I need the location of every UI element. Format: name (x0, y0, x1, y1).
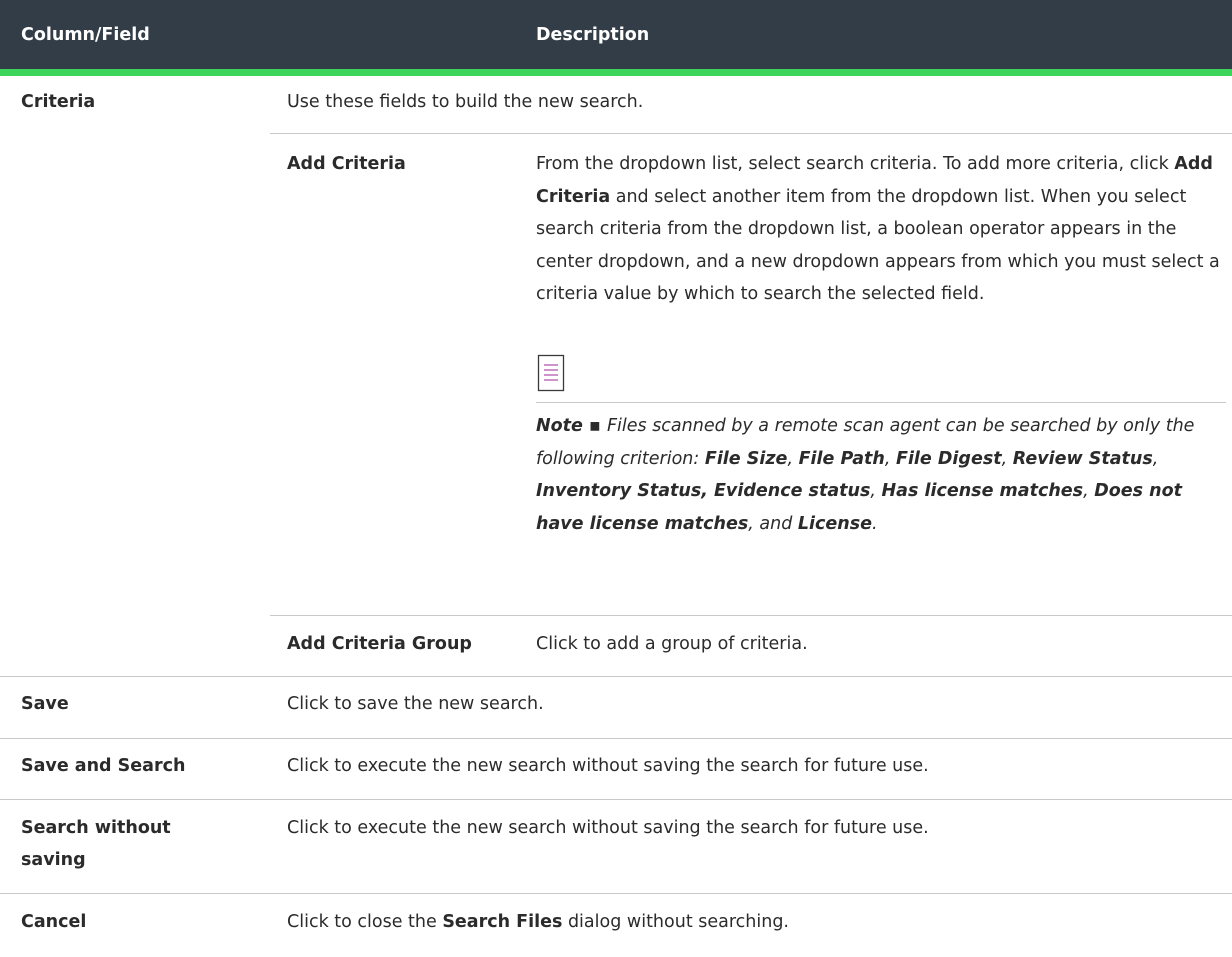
divider (270, 133, 1232, 134)
divider (0, 893, 1232, 894)
divider (270, 615, 1232, 616)
divider (0, 799, 1232, 800)
field-add-criteria: Add Criteria (287, 154, 406, 174)
field-save-and-search: Save and Search (21, 756, 186, 776)
note-divider (536, 402, 1226, 403)
desc-save: Click to save the new search. (287, 694, 544, 714)
divider (0, 676, 1232, 677)
note-document-icon (537, 354, 565, 392)
desc-search-without-saving: Click to execute the new search without … (287, 818, 929, 838)
field-save: Save (21, 694, 69, 714)
field-cancel: Cancel (21, 912, 87, 932)
field-add-criteria-group: Add Criteria Group (287, 634, 472, 654)
note-label: Note (536, 416, 583, 436)
table-header: Column/Field Description (0, 0, 1232, 76)
desc-add-criteria: From the dropdown list, select search cr… (536, 154, 1220, 304)
desc-save-and-search: Click to execute the new search without … (287, 756, 929, 776)
desc-criteria: Use these fields to build the new search… (287, 92, 644, 112)
header-column-field: Column/Field (21, 25, 150, 45)
note-text: Note ▪ Files scanned by a remote scan ag… (536, 416, 1195, 534)
field-search-without-saving: Search without saving (21, 818, 171, 870)
divider (0, 738, 1232, 739)
header-description: Description (536, 25, 650, 45)
desc-add-criteria-group: Click to add a group of criteria. (536, 634, 808, 654)
desc-cancel: Click to close the Search Files dialog w… (287, 912, 789, 932)
field-criteria: Criteria (21, 92, 96, 112)
